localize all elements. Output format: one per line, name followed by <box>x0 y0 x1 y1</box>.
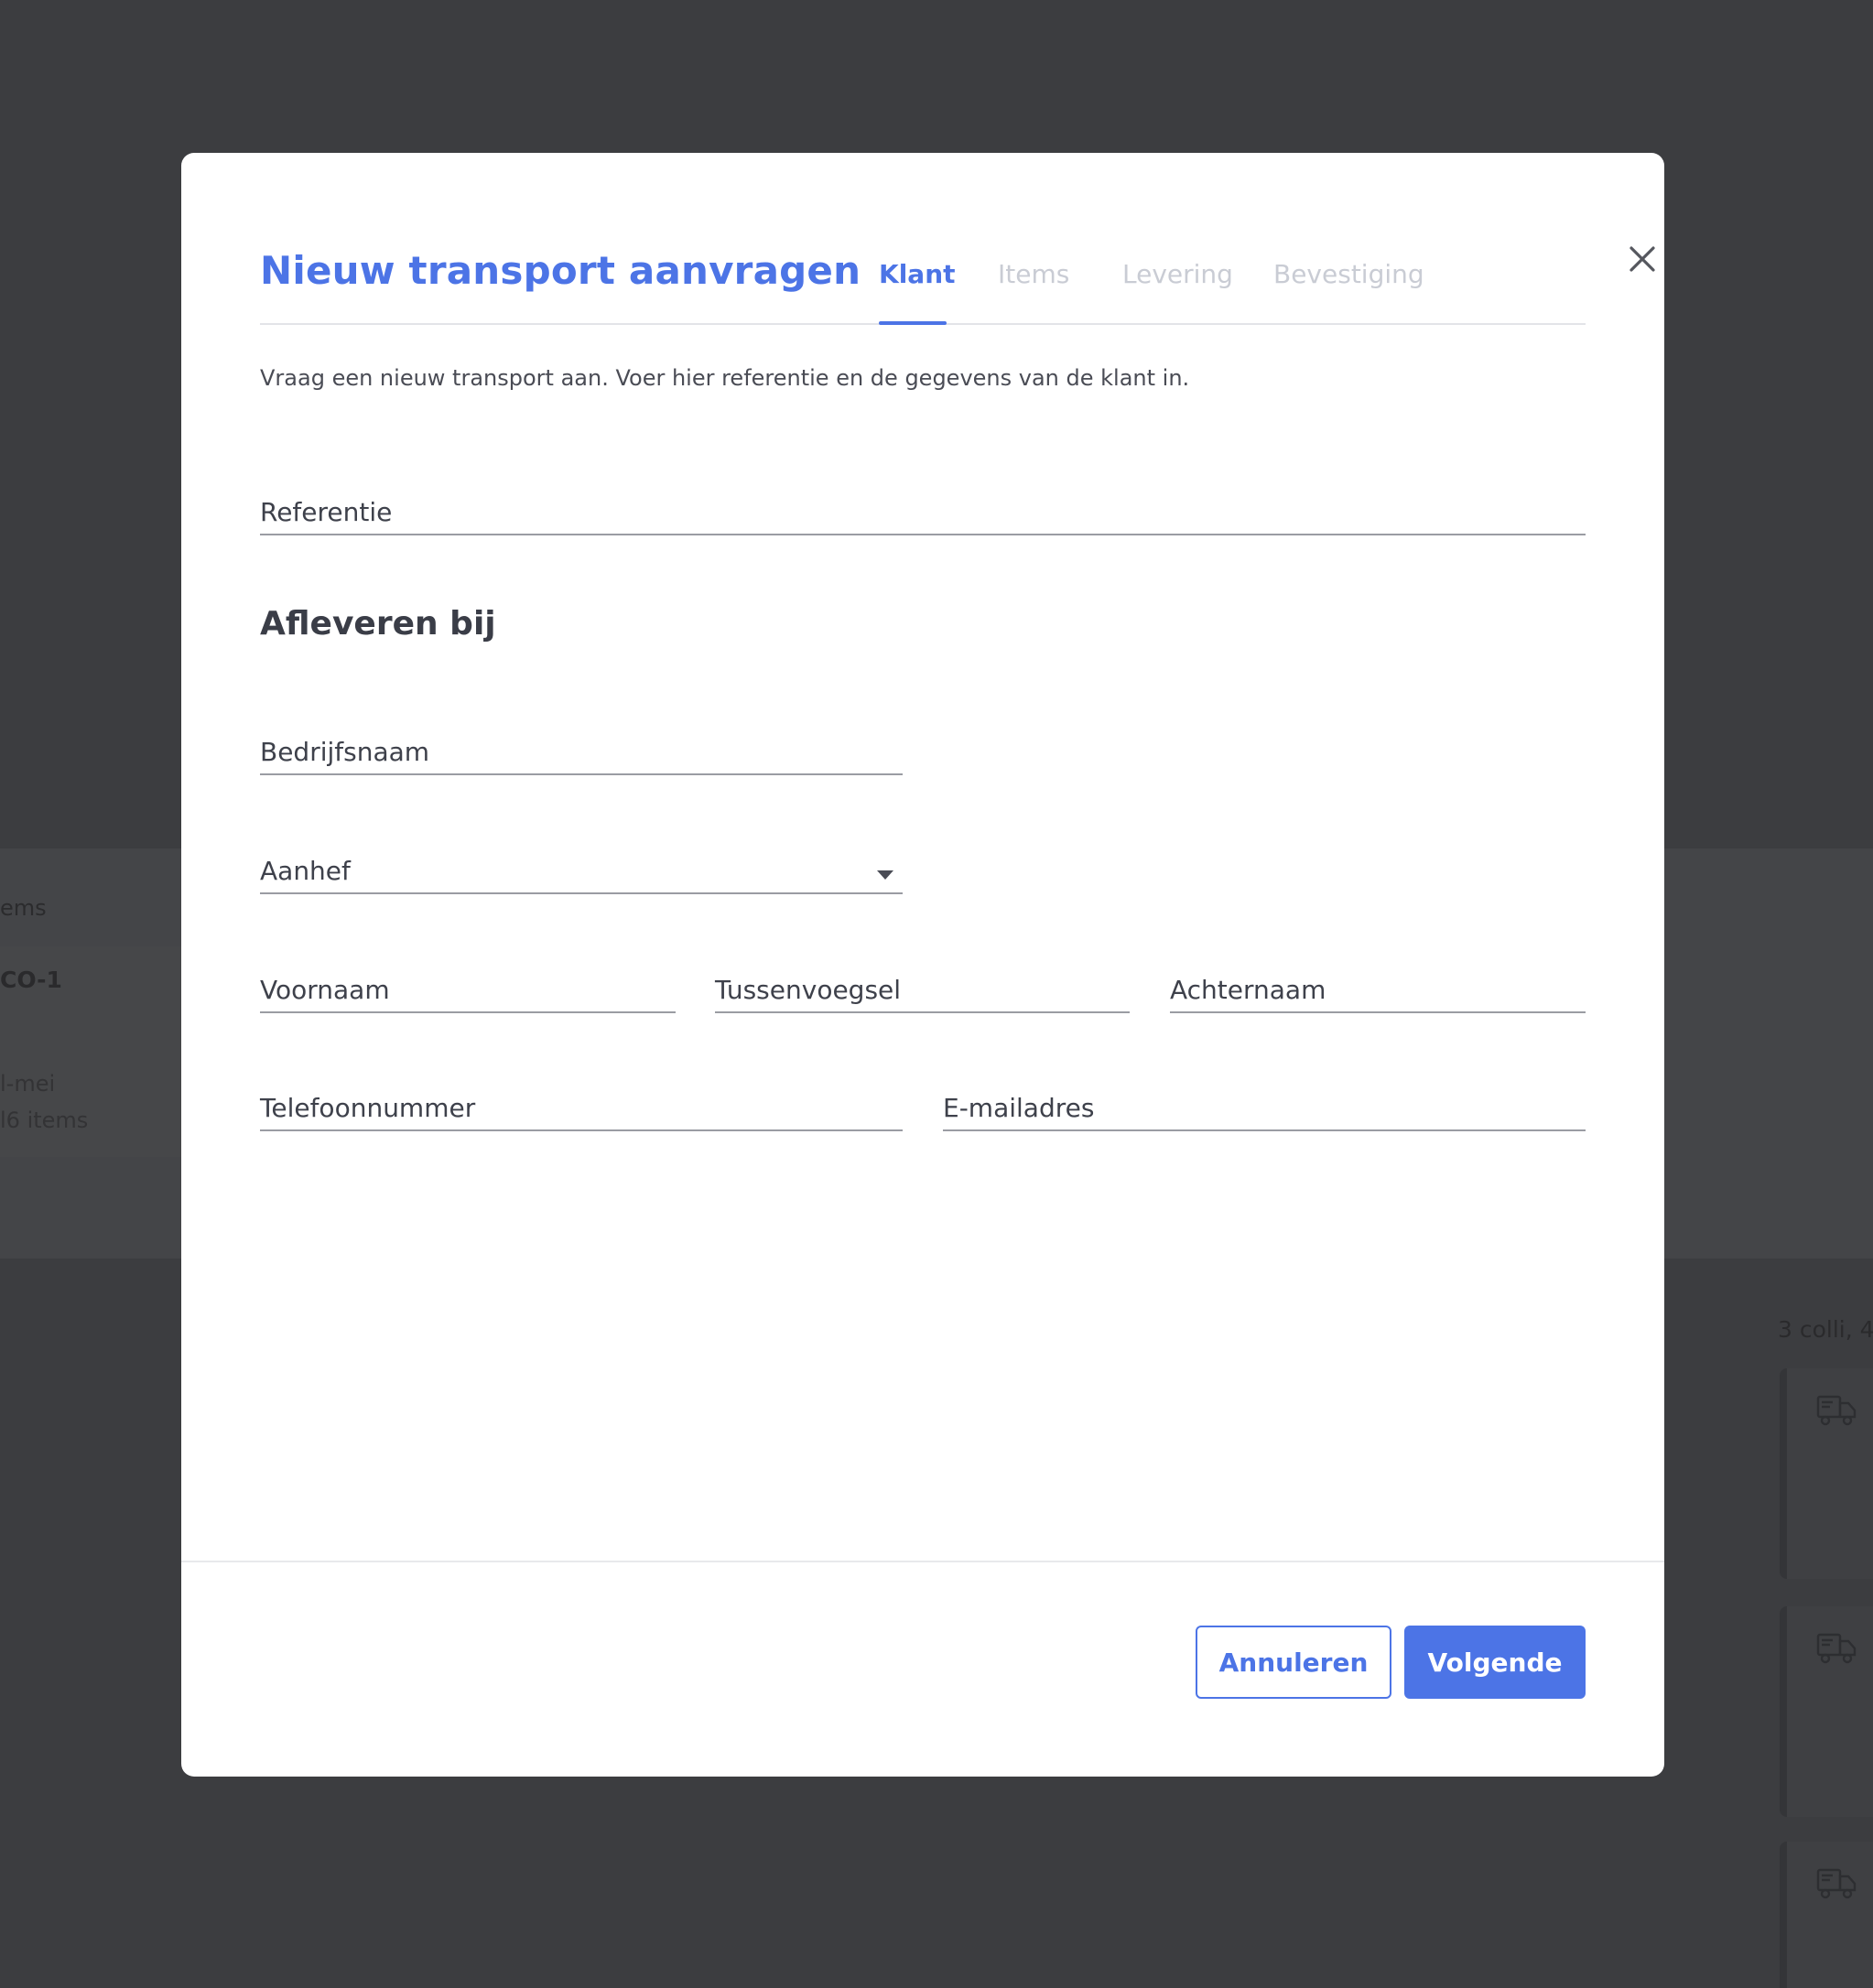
chevron-down-icon[interactable] <box>877 870 893 880</box>
bg-shipment-card <box>1780 1368 1873 1579</box>
intro-text: Vraag een nieuw transport aan. Voer hier… <box>260 365 1190 391</box>
modal-header: Nieuw transport aanvragen Klant Items Le… <box>260 153 1655 325</box>
close-button[interactable] <box>1619 235 1666 283</box>
tab-klant[interactable]: Klant <box>879 259 956 289</box>
active-tab-indicator <box>879 321 947 325</box>
truck-icon <box>1816 1868 1857 1899</box>
tab-levering[interactable]: Levering <box>1122 259 1233 289</box>
aanhef-select[interactable]: Aanhef <box>260 852 903 894</box>
bg-shipment-card <box>1780 1606 1873 1817</box>
modal-footer-divider <box>181 1561 1664 1562</box>
bg-shipment-card <box>1780 1842 1873 1988</box>
modal-title: Nieuw transport aanvragen <box>260 248 861 293</box>
emailadres-input[interactable] <box>943 1089 1586 1129</box>
bg-order-card-title: CO-1 <box>0 967 62 993</box>
achternaam-input[interactable] <box>1170 971 1586 1011</box>
bg-order-card-date: l-mei <box>0 1071 56 1097</box>
bg-shipment-summary: 3 colli, 4 <box>1778 1316 1873 1343</box>
referentie-input[interactable] <box>260 493 1586 534</box>
bg-items-header: ems <box>0 895 47 921</box>
bedrijfsnaam-field[interactable]: Bedrijfsnaam <box>260 733 903 775</box>
next-button[interactable]: Volgende <box>1404 1626 1586 1699</box>
referentie-field[interactable]: Referentie <box>260 493 1586 535</box>
bg-order-card-count: l6 items <box>0 1107 89 1133</box>
tab-items[interactable]: Items <box>998 259 1069 289</box>
tab-bevestiging[interactable]: Bevestiging <box>1273 259 1424 289</box>
achternaam-field[interactable]: Achternaam <box>1170 971 1586 1013</box>
aanhef-label: Aanhef <box>260 856 351 886</box>
bedrijfsnaam-input[interactable] <box>260 733 903 773</box>
voornaam-field[interactable]: Voornaam <box>260 971 676 1013</box>
telefoonnummer-input[interactable] <box>260 1089 903 1129</box>
tussenvoegsel-field[interactable]: Tussenvoegsel <box>715 971 1130 1013</box>
voornaam-input[interactable] <box>260 971 676 1011</box>
truck-icon <box>1816 1633 1857 1664</box>
cancel-button[interactable]: Annuleren <box>1196 1626 1391 1699</box>
new-transport-modal: Nieuw transport aanvragen Klant Items Le… <box>181 153 1664 1777</box>
tussenvoegsel-input[interactable] <box>715 971 1130 1011</box>
emailadres-field[interactable]: E-mailadres <box>943 1089 1586 1131</box>
section-heading-afleveren: Afleveren bij <box>260 605 496 643</box>
close-icon <box>1629 246 1655 272</box>
truck-icon <box>1816 1395 1857 1426</box>
telefoonnummer-field[interactable]: Telefoonnummer <box>260 1089 903 1131</box>
